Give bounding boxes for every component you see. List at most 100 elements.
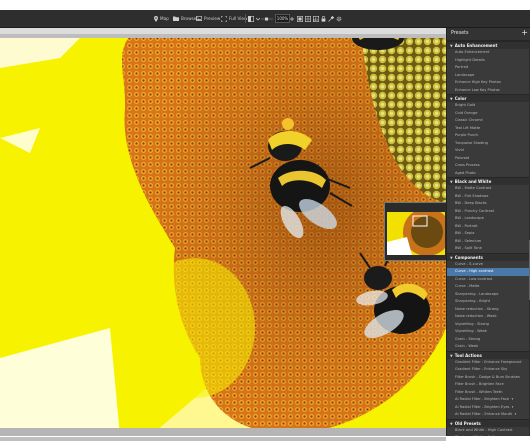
collapse-arrow-icon: ▼ (450, 180, 453, 184)
preset-item-label: AI Radial Filter - Brighten Face (455, 397, 510, 401)
preview-mode-label: Preview (204, 16, 221, 21)
preset-item[interactable]: BW - Flat Shadows (447, 193, 530, 201)
preset-item[interactable]: Cold Orange (447, 110, 530, 118)
grid-icon (305, 15, 311, 22)
preset-item[interactable]: Black and White - High Contrast (447, 427, 530, 435)
preset-item-label: Sharpening - Bright (455, 299, 491, 303)
preset-item[interactable]: Highlight Details (447, 57, 530, 65)
folder-icon (173, 16, 179, 21)
preset-item[interactable]: BW - Portrait (447, 223, 530, 231)
photo-viewer[interactable] (0, 28, 446, 436)
preset-group-header[interactable]: ▼ Components (447, 252, 530, 261)
settings-button[interactable] (336, 13, 344, 24)
preset-group-header[interactable]: ▼ Black and White (447, 177, 530, 185)
preset-item[interactable]: BW - Punchy Contrast (447, 208, 530, 216)
preset-item-label: Bright Gold (455, 103, 476, 107)
zoom-slider-track (261, 17, 273, 21)
preset-group-header[interactable]: ▼ Tool Actions (447, 350, 530, 359)
preset-item[interactable]: Gradient Filter - Enhance Foreground (447, 359, 530, 367)
full-view-mode-button[interactable]: Full View (221, 13, 247, 24)
preset-item[interactable]: Filter Brush - Dodge & Burn Brushes (447, 374, 530, 382)
preset-item-label: Curve - Low contrast (455, 276, 493, 281)
preset-item[interactable]: BW - Deep Blacks (447, 200, 530, 208)
presets-panel: Presets + ▼ Auto Enhancement Auto Enhancem… (446, 28, 530, 436)
preset-item[interactable]: Landscape (447, 72, 530, 80)
actual-size-button[interactable] (305, 13, 313, 24)
preset-item[interactable]: BW - Matte Contrast (447, 185, 530, 193)
preset-item[interactable]: Curve - Low contrast (447, 276, 530, 284)
preset-group-header[interactable]: ▼ Auto Enhancement (447, 41, 530, 49)
horizontal-scrollbar[interactable] (0, 436, 530, 442)
preset-item[interactable]: Curve - S-curve (447, 261, 530, 269)
navigator-thumbnail[interactable] (384, 202, 448, 261)
viewer-bottom-bar (0, 428, 446, 436)
preset-item-label: Curve - Matte (455, 284, 480, 288)
zoom-value-box[interactable]: 100% (274, 13, 291, 24)
preset-item[interactable]: Grain - Weak (447, 343, 530, 351)
zoom-value-field[interactable]: 100% (275, 14, 290, 23)
preset-item[interactable]: Grain - Strong (447, 336, 530, 344)
preset-group-header[interactable]: ▼ Old Presets (447, 418, 530, 427)
preset-item-label: Vivid (455, 148, 464, 152)
preset-group: ▼ Components Curve - S-curve Curve - High c… (447, 252, 530, 351)
preset-item[interactable]: Enhance Low Key Photos (447, 87, 530, 95)
preset-group: ▼ Old Presets Black and White - High Contr… (447, 418, 530, 436)
preset-group: ▼ Black and White BW - Matte Contrast BW - … (447, 177, 530, 253)
preset-item[interactable]: AI Radial Filter - Brighten Eyes ✦ (447, 404, 530, 412)
preset-item[interactable]: AI Radial Filter - Brighten Face ✦ (447, 396, 530, 404)
preset-item[interactable]: Sharpening - Bright (447, 298, 530, 306)
preset-group: ▼ Tool Actions Gradient Filter - Enhance F… (447, 350, 530, 419)
preset-item[interactable]: Noise reduction - Strong (447, 306, 530, 314)
preset-item[interactable]: Polaroid (447, 155, 530, 163)
preset-item[interactable]: Curve - High contrast (447, 268, 530, 276)
lock-button[interactable] (321, 13, 328, 24)
gear-icon (336, 16, 342, 22)
preset-item[interactable]: Vignetting - Strong (447, 321, 530, 329)
preset-item[interactable]: Gradient Filter - Enhance Sky (447, 366, 530, 374)
preset-item[interactable]: Filter Brush - Brighten Face (447, 381, 530, 389)
preset-item[interactable]: Portrait (447, 64, 530, 72)
preset-item[interactable]: Teal Lift Matte (447, 125, 530, 133)
preset-groups: ▼ Auto Enhancement Auto Enhancement Highlig… (447, 41, 530, 436)
preset-group-header[interactable]: ▼ Color (447, 94, 530, 102)
color-picker-button[interactable] (328, 13, 336, 24)
preset-item[interactable]: Filter Brush - Whiten Teeth (447, 389, 530, 397)
preset-item[interactable]: BW - Selenium (447, 238, 530, 246)
preset-item[interactable]: Turquoise Shading (447, 140, 530, 148)
preset-item[interactable]: BW - Split Tone (447, 245, 530, 253)
preview-mode-button[interactable]: Preview (196, 13, 220, 24)
preset-item[interactable]: Classic Chrome (447, 117, 530, 125)
preset-item-label: Grain - Weak (455, 344, 479, 348)
histogram-button[interactable] (313, 13, 321, 24)
preset-item[interactable]: Auto Enhancement (447, 49, 530, 57)
preset-item-label: BW - Deep Blacks (455, 201, 487, 205)
preset-item[interactable]: Enhance High Key Photos (447, 79, 530, 87)
preset-item-label: Filter Brush - Whiten Teeth (455, 389, 503, 394)
preset-item[interactable]: Vivid (447, 147, 530, 155)
preset-group: ▼ Auto Enhancement Auto Enhancement Highlig… (447, 41, 530, 94)
preset-item-label: Highlight Details (455, 57, 485, 62)
preset-item[interactable]: Curve - Matte (447, 283, 530, 291)
zoom-in-button[interactable] (290, 13, 296, 24)
add-preset-button[interactable]: + (521, 28, 528, 38)
preset-item[interactable]: Noise reduction - Weak (447, 313, 530, 321)
map-mode-button[interactable]: Map (154, 13, 169, 24)
preset-item-label: Black and White - Soft (455, 435, 495, 436)
preset-item[interactable]: AI Radial Filter - Enhance Mouth ✦ (447, 411, 530, 419)
browser-mode-button[interactable]: Browser (173, 13, 198, 24)
preset-item[interactable]: BW - Landscape (447, 215, 530, 223)
preset-item-label: Curve - S-curve (455, 261, 483, 266)
fit-button[interactable] (297, 13, 305, 24)
preset-item[interactable]: Vignetting - Weak (447, 328, 530, 336)
preset-item[interactable]: Aged Photo (447, 170, 530, 178)
preset-item[interactable]: Black and White - Soft (447, 434, 530, 436)
map-mode-label: Map (160, 16, 169, 21)
preset-item[interactable]: BW - Sepia (447, 230, 530, 238)
preset-item[interactable]: Purple Punch (447, 132, 530, 140)
preset-item[interactable]: Cross Process (447, 162, 530, 170)
horizontal-scroll-thumb[interactable] (0, 437, 446, 441)
preset-item[interactable]: Sharpening - Landscape (447, 291, 530, 299)
preset-item[interactable]: Bright Gold (447, 102, 530, 110)
zoom-slider[interactable] (261, 13, 275, 24)
compare-toggle[interactable] (248, 13, 256, 24)
